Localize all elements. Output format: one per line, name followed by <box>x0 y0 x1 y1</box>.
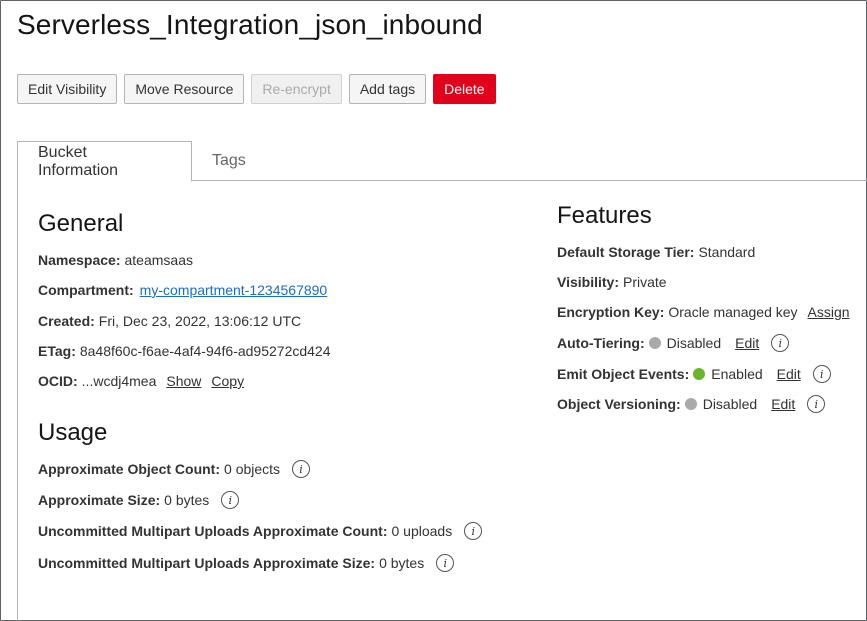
add-tags-button[interactable]: Add tags <box>348 74 427 104</box>
delete-button[interactable]: Delete <box>433 74 496 104</box>
visibility-label: Visibility: <box>557 274 619 290</box>
etag-value: 8a48f60c-f6ae-4af4-94f6-ad95272cd424 <box>79 343 331 359</box>
versioning-row: Object Versioning: Disabled Edit i <box>557 395 826 413</box>
storage-tier-value: Standard <box>698 244 756 260</box>
auto-tiering-row: Auto-Tiering: Disabled Edit i <box>557 334 790 352</box>
created-row: Created: Fri, Dec 23, 2022, 13:06:12 UTC <box>38 313 301 329</box>
page-title: Serverless_Integration_json_inbound <box>17 9 483 40</box>
object-count-row: Approximate Object Count: 0 objects i <box>38 460 311 478</box>
info-icon[interactable]: i <box>771 334 790 352</box>
info-icon[interactable]: i <box>221 491 240 509</box>
auto-tiering-label: Auto-Tiering: <box>557 335 645 351</box>
info-icon[interactable]: i <box>812 365 831 383</box>
reencrypt-button[interactable]: Re-encrypt <box>251 74 342 104</box>
approx-size-value: 0 bytes <box>164 492 210 508</box>
approx-size-label: Approximate Size: <box>38 492 161 508</box>
edit-visibility-button[interactable]: Edit Visibility <box>17 74 118 104</box>
tab-tags[interactable]: Tags <box>192 141 266 181</box>
created-label: Created: <box>38 313 95 329</box>
emit-events-edit-link[interactable]: Edit <box>777 366 801 382</box>
multipart-count-label: Uncommitted Multipart Uploads Approximat… <box>38 523 388 539</box>
move-resource-button[interactable]: Move Resource <box>124 74 245 104</box>
multipart-count-row: Uncommitted Multipart Uploads Approximat… <box>38 522 483 540</box>
compartment-row: Compartment: my-compartment-1234567890 <box>38 282 327 298</box>
multipart-size-row: Uncommitted Multipart Uploads Approximat… <box>38 554 455 572</box>
encryption-key-row: Encryption Key: Oracle managed key Assig… <box>557 304 850 320</box>
namespace-label: Namespace: <box>38 252 121 268</box>
encryption-key-label: Encryption Key: <box>557 304 665 320</box>
status-dot-icon <box>648 337 661 349</box>
info-icon[interactable]: i <box>464 522 483 540</box>
tab-bucket-information[interactable]: Bucket Information <box>17 141 192 182</box>
status-dot-icon <box>684 398 697 410</box>
usage-section-title: Usage <box>38 419 108 446</box>
general-section-title: General <box>38 210 124 237</box>
info-icon[interactable]: i <box>436 554 455 572</box>
ocid-copy-link[interactable]: Copy <box>211 373 244 389</box>
etag-row: ETag: 8a48f60c-f6ae-4af4-94f6-ad95272cd4… <box>38 343 331 359</box>
visibility-row: Visibility: Private <box>557 274 667 290</box>
ocid-value: ...wcdj4mea <box>81 373 157 389</box>
namespace-value: ateamsaas <box>124 252 193 268</box>
visibility-value: Private <box>622 274 667 290</box>
auto-tiering-value: Disabled <box>666 335 722 351</box>
info-icon[interactable]: i <box>807 395 826 413</box>
storage-tier-label: Default Storage Tier: <box>557 244 695 260</box>
compartment-label: Compartment: <box>38 282 134 298</box>
info-icon[interactable]: i <box>292 460 311 478</box>
object-count-label: Approximate Object Count: <box>38 461 221 477</box>
versioning-value: Disabled <box>702 396 758 412</box>
ocid-label: OCID: <box>38 373 78 389</box>
emit-events-label: Emit Object Events: <box>557 366 690 382</box>
compartment-link[interactable]: my-compartment-1234567890 <box>140 282 328 298</box>
multipart-count-value: 0 uploads <box>391 523 453 539</box>
namespace-row: Namespace: ateamsaas <box>38 252 193 268</box>
versioning-edit-link[interactable]: Edit <box>771 396 795 412</box>
multipart-size-label: Uncommitted Multipart Uploads Approximat… <box>38 555 376 571</box>
created-value: Fri, Dec 23, 2022, 13:06:12 UTC <box>98 313 302 329</box>
emit-events-value: Enabled <box>711 366 763 382</box>
ocid-row: OCID: ...wcdj4mea Show Copy <box>38 373 244 389</box>
emit-events-row: Emit Object Events: Enabled Edit i <box>557 365 831 383</box>
ocid-show-link[interactable]: Show <box>166 373 201 389</box>
auto-tiering-edit-link[interactable]: Edit <box>735 335 759 351</box>
object-count-value: 0 objects <box>224 461 281 477</box>
encryption-key-value: Oracle managed key <box>668 304 798 320</box>
assign-link[interactable]: Assign <box>808 304 850 320</box>
tab-bar: Bucket Information Tags <box>17 141 867 182</box>
approx-size-row: Approximate Size: 0 bytes i <box>38 491 240 509</box>
action-toolbar: Edit Visibility Move Resource Re-encrypt… <box>17 74 503 104</box>
status-dot-icon <box>693 368 706 380</box>
multipart-size-value: 0 bytes <box>379 555 425 571</box>
storage-tier-row: Default Storage Tier: Standard <box>557 244 755 260</box>
etag-label: ETag: <box>38 343 76 359</box>
features-section-title: Features <box>557 202 652 229</box>
versioning-label: Object Versioning: <box>557 396 681 412</box>
